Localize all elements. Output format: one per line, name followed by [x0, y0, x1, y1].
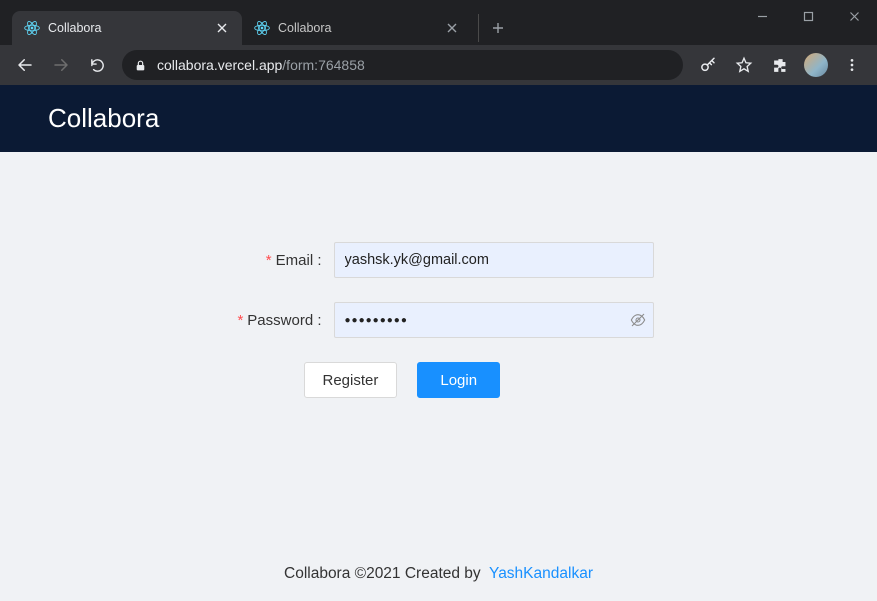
- minimize-button[interactable]: [739, 0, 785, 32]
- url-host: collabora.vercel.app: [157, 57, 282, 73]
- email-input-wrap: [334, 242, 654, 278]
- app-header: Collabora: [0, 85, 877, 152]
- register-button[interactable]: Register: [304, 362, 398, 398]
- browser-titlebar: Collabora Collabora: [0, 0, 877, 45]
- menu-icon[interactable]: [837, 50, 867, 80]
- close-icon[interactable]: [214, 20, 230, 36]
- email-label: *Email :: [224, 252, 334, 269]
- react-icon: [254, 20, 270, 36]
- password-label: *Password :: [224, 312, 334, 329]
- forward-button[interactable]: [46, 50, 76, 80]
- extensions-icon[interactable]: [765, 50, 795, 80]
- browser-tab-active[interactable]: Collabora: [12, 11, 242, 45]
- browser-toolbar: collabora.vercel.app/form:764858: [0, 45, 877, 85]
- tab-title: Collabora: [278, 21, 332, 35]
- reload-button[interactable]: [82, 50, 112, 80]
- key-icon[interactable]: [693, 50, 723, 80]
- react-icon: [24, 20, 40, 36]
- main-content: *Email : *Password : Register Login: [0, 152, 877, 547]
- email-row: *Email :: [224, 242, 654, 278]
- page-content: Collabora *Email : *Password : Regist: [0, 85, 877, 601]
- login-button[interactable]: Login: [417, 362, 500, 398]
- eye-invisible-icon[interactable]: [630, 312, 646, 328]
- app-title: Collabora: [48, 103, 159, 133]
- footer-text: Collabora ©2021 Created by: [284, 565, 481, 582]
- login-form: *Email : *Password : Register Login: [224, 242, 654, 398]
- back-button[interactable]: [10, 50, 40, 80]
- close-window-button[interactable]: [831, 0, 877, 32]
- new-tab-button[interactable]: [478, 14, 506, 42]
- avatar: [804, 53, 828, 77]
- password-input-wrap: [334, 302, 654, 338]
- password-input[interactable]: [334, 302, 654, 338]
- footer: Collabora ©2021 Created by YashKandalkar: [0, 547, 877, 601]
- url-path: /form:764858: [282, 57, 365, 73]
- window-controls: [739, 0, 877, 32]
- password-row: *Password :: [224, 302, 654, 338]
- url-text: collabora.vercel.app/form:764858: [157, 57, 365, 73]
- address-bar[interactable]: collabora.vercel.app/form:764858: [122, 50, 683, 80]
- profile-avatar[interactable]: [801, 50, 831, 80]
- maximize-button[interactable]: [785, 0, 831, 32]
- email-input[interactable]: [334, 242, 654, 278]
- browser-tabs: Collabora Collabora: [8, 11, 506, 45]
- star-icon[interactable]: [729, 50, 759, 80]
- form-buttons: Register Login: [224, 362, 654, 398]
- browser-tab-inactive[interactable]: Collabora: [242, 11, 472, 45]
- footer-link[interactable]: YashKandalkar: [489, 565, 593, 582]
- lock-icon: [134, 59, 147, 72]
- tab-title: Collabora: [48, 21, 102, 35]
- close-icon[interactable]: [444, 20, 460, 36]
